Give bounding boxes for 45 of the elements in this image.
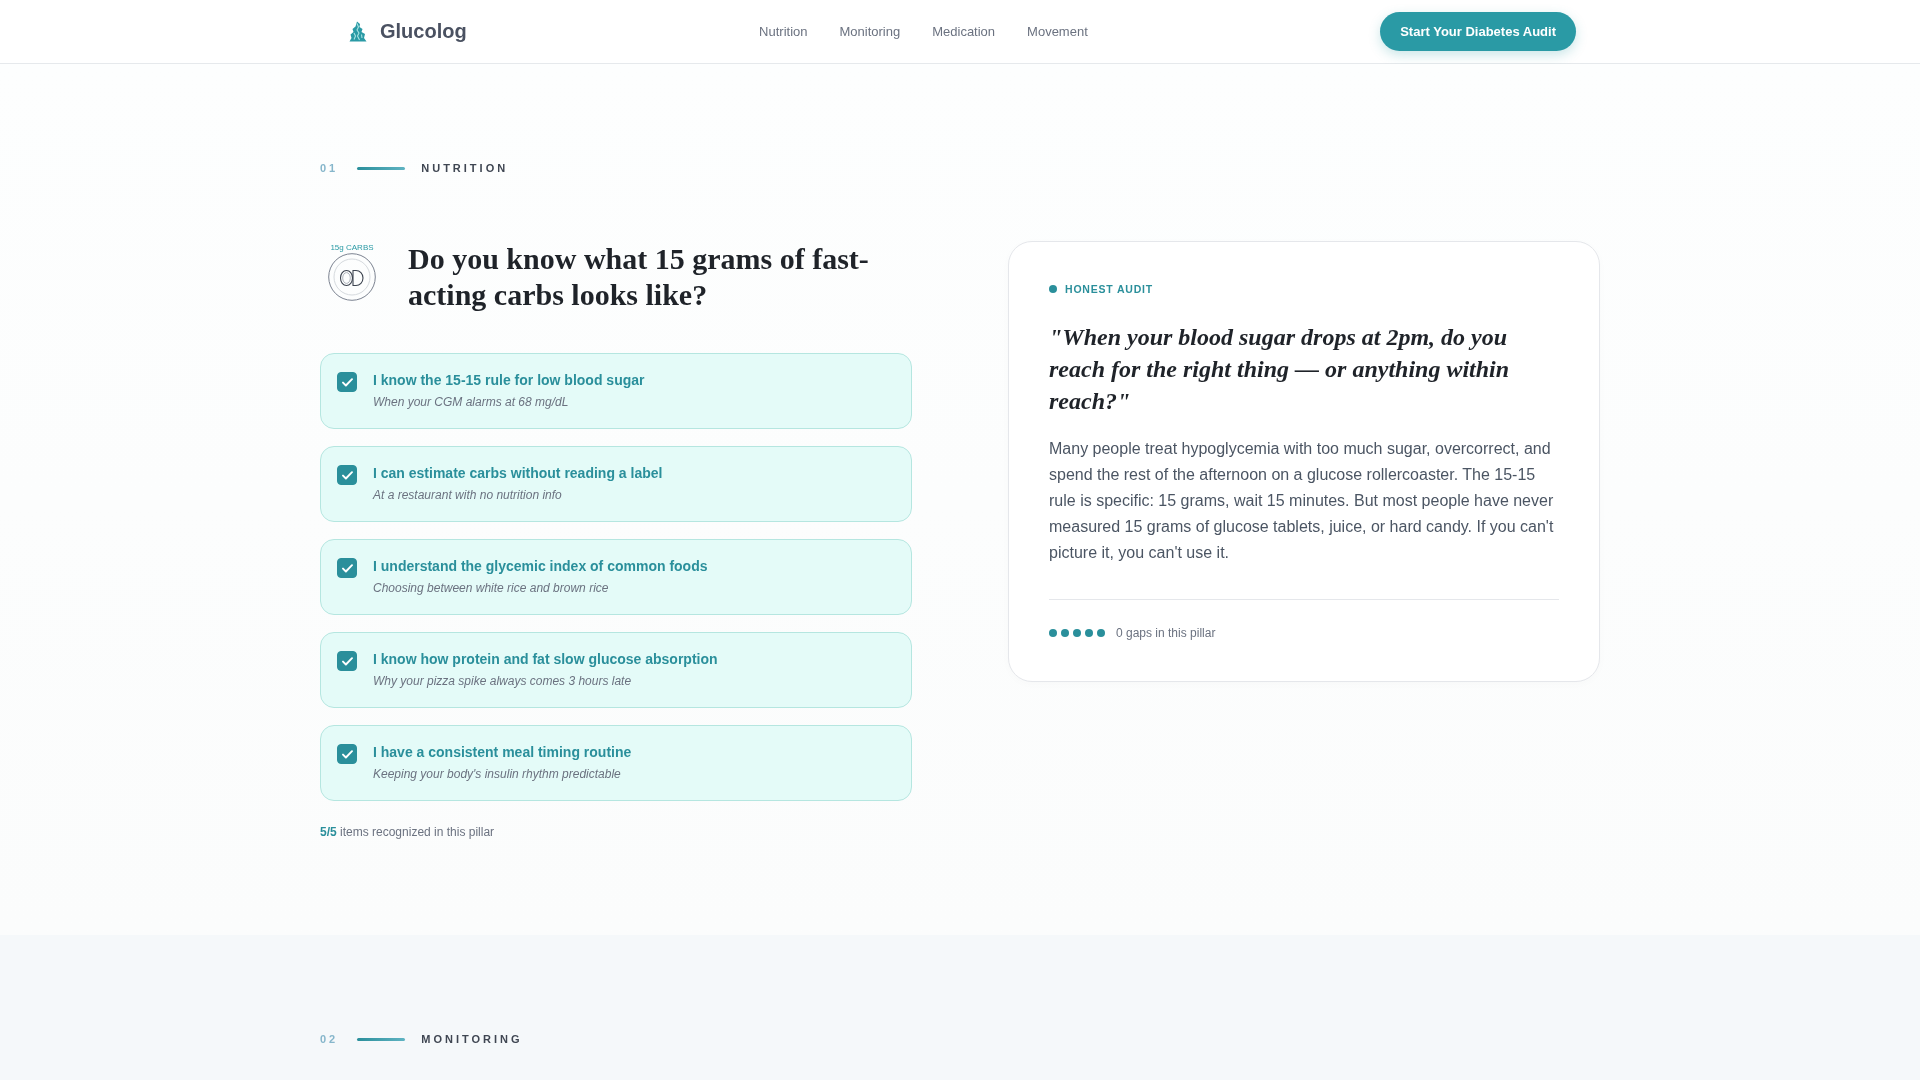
checkmark-icon — [341, 377, 353, 387]
checklist-item[interactable]: I know how protein and fat slow glucose absorption Why your pizza spike always comes 3 hours late — [320, 632, 912, 708]
checkmark-icon — [341, 749, 353, 759]
section-number: 01 — [320, 161, 339, 175]
card-body-text: Many people treat hypoglycemia with too much sugar, overcorrect, and spend the rest of the afternoon on a glucose rollercoaster. The 15-15 rule is specific: 15 grams, wait 15 minutes. But most people have never measured 15 grams of glucose tablets, juice, or hard candy. If you can't picture it, you can't use it. — [1049, 439, 1555, 563]
item-title: I understand the glycemic index of common foods — [373, 557, 708, 576]
checkbox[interactable] — [337, 372, 357, 392]
crystal-logo-icon — [349, 21, 367, 42]
item-subtitle: Choosing between white rice and brown rice — [373, 580, 610, 597]
logo-text: Glucolog — [380, 20, 467, 43]
card-tag: HONEST AUDIT — [1065, 282, 1153, 296]
item-title: I can estimate carbs without reading a label — [373, 464, 663, 483]
nav-link[interactable]: Monitoring — [839, 24, 901, 39]
item-subtitle: When your CGM alarms at 68 mg/dL — [373, 394, 570, 411]
item-title: I know the 15-15 rule for low blood sugar — [373, 371, 645, 390]
card-quote: "When your blood sugar drops at 2pm, do you reach for the right thing — or anything within reach?" — [1049, 323, 1511, 416]
item-subtitle: Why your pizza spike always comes 3 hours late — [373, 673, 633, 690]
item-title: I have a consistent meal timing routine — [373, 743, 632, 762]
nav-link[interactable]: Nutrition — [759, 24, 808, 39]
item-title: I know how protein and fat slow glucose absorption — [373, 650, 718, 669]
illustration-label: 15g CARBS — [330, 243, 374, 252]
cta-button[interactable]: Start Your Diabetes Audit — [1380, 12, 1576, 51]
checklist-item[interactable]: I can estimate carbs without reading a label At a restaurant with no nutrition info — [320, 446, 912, 522]
checkbox[interactable] — [337, 744, 357, 764]
checkmark-icon — [341, 563, 353, 573]
checklist-item[interactable]: I have a consistent meal timing routine Keeping your body's insulin rhythm predictable — [320, 725, 912, 801]
checkmark-icon — [341, 470, 353, 480]
section-title: MONITORING — [421, 1032, 523, 1046]
checkbox[interactable] — [337, 651, 357, 671]
nav-link[interactable]: Medication — [932, 24, 996, 39]
pillar-summary: 5/5 items recognized in this pillar — [320, 824, 496, 840]
question-heading: Do you know what 15 grams of fast-acting carbs looks like? — [408, 241, 870, 313]
item-subtitle: Keeping your body's insulin rhythm predictable — [373, 766, 622, 783]
nav-link[interactable]: Movement — [1027, 24, 1088, 39]
checklist-item[interactable]: I understand the glycemic index of common foods Choosing between white rice and brown rice — [320, 539, 912, 615]
section-number: 02 — [320, 1032, 339, 1046]
gaps-count: 0 gaps in this pillar — [1116, 625, 1216, 641]
plate-icon — [328, 253, 376, 301]
item-subtitle: At a restaurant with no nutrition info — [373, 487, 563, 504]
checkbox[interactable] — [337, 558, 357, 578]
checklist-item[interactable]: I know the 15-15 rule for low blood sugar When your CGM alarms at 68 mg/dL — [320, 353, 912, 429]
section-title: NUTRITION — [421, 161, 509, 175]
status-dot-icon — [1049, 285, 1057, 293]
checkmark-icon — [341, 656, 353, 666]
checkbox[interactable] — [337, 465, 357, 485]
